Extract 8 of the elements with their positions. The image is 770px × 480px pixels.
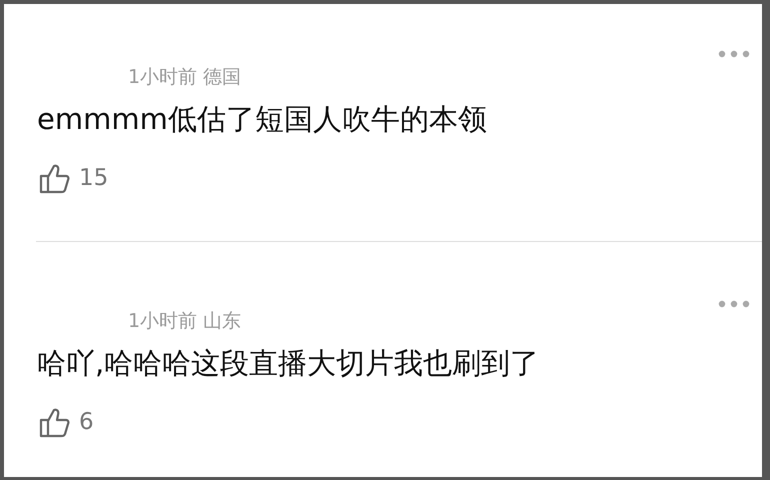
- comment-meta: 1小时前 山东: [128, 309, 242, 334]
- like-count: 15: [79, 165, 108, 191]
- comment-meta: 1小时前 德国: [128, 65, 242, 90]
- like-count: 6: [79, 409, 94, 435]
- comment-text: 哈吖,哈哈哈这段直播大切片我也刷到了: [37, 345, 540, 382]
- thumbs-up-icon[interactable]: [39, 162, 71, 194]
- comment-text: emmmm低估了短国人吹牛的本领: [37, 101, 488, 138]
- thumbs-up-icon[interactable]: [39, 406, 71, 438]
